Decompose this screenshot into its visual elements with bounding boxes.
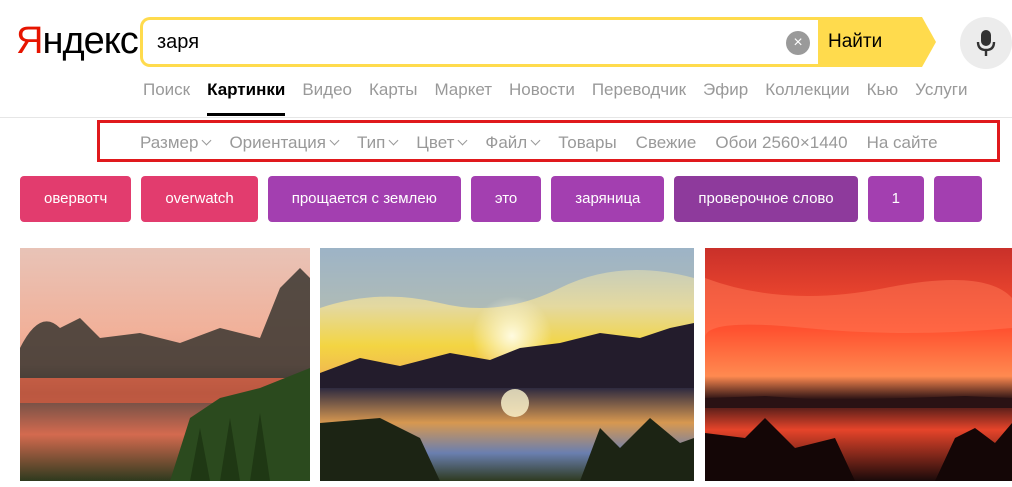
chevron-down-icon [530, 135, 541, 146]
header-divider [0, 117, 1012, 118]
filter-1[interactable]: Ориентация [229, 133, 340, 153]
filter-label: На сайте [866, 133, 938, 152]
search-box: × [140, 17, 821, 67]
search-input[interactable] [157, 28, 757, 56]
filter-label: Файл [485, 133, 528, 152]
logo-rest: ндекс [42, 20, 138, 62]
filter-6[interactable]: Свежие [636, 133, 697, 153]
chevron-down-icon [388, 135, 399, 146]
filter-label: Тип [356, 133, 386, 152]
service-tab-1[interactable]: Картинки [207, 79, 286, 116]
filter-label: Товары [558, 133, 617, 152]
services-nav: Поиск Картинки Видео Карты Маркет Новости Пере… [143, 79, 984, 116]
service-tab-0[interactable]: Поиск [143, 79, 190, 109]
service-tab-4[interactable]: Маркет [434, 79, 492, 109]
filter-label: Цвет [416, 133, 455, 152]
logo-first-letter: Я [16, 20, 43, 62]
service-tab-7[interactable]: Эфир [703, 79, 748, 109]
filter-5[interactable]: Товары [558, 133, 616, 153]
service-tab-5[interactable]: Новости [509, 79, 575, 109]
chevron-down-icon [201, 135, 212, 146]
service-tab-2[interactable]: Видео [302, 79, 352, 109]
filter-3[interactable]: Цвет [416, 133, 468, 153]
related-query-chip[interactable]: прощается с землею [267, 176, 461, 222]
service-tab-6[interactable]: Переводчик [592, 79, 686, 109]
chevron-down-icon [329, 135, 340, 146]
filter-8[interactable]: На сайте [867, 133, 938, 153]
service-tab-3[interactable]: Карты [369, 79, 417, 109]
filters-list: Размер Ориентация Тип Цвет Файл Товары Свежие О… [140, 133, 957, 153]
sunset-image-2[interactable] [320, 248, 694, 481]
filter-label: Ориентация [229, 133, 326, 152]
search-bar: × Найти [140, 17, 936, 67]
filter-0[interactable]: Размер [140, 133, 212, 153]
filter-4[interactable]: Файл [485, 133, 541, 153]
service-tab-8[interactable]: Коллекции [765, 79, 849, 109]
search-button-arrow [922, 17, 936, 67]
search-button[interactable]: Найти [818, 17, 922, 67]
chevron-down-icon [457, 135, 468, 146]
related-query-chip[interactable]: овервотч [20, 176, 132, 222]
filter-label: Размер [140, 133, 199, 152]
related-query-chip[interactable] [933, 176, 982, 222]
related-query-chip[interactable]: overwatch [141, 176, 258, 222]
related-queries: овервотч overwatch прощается с землею это за… [20, 176, 1012, 222]
related-query-chip[interactable]: заряница [551, 176, 665, 222]
service-tab-9[interactable]: Кью [867, 79, 899, 109]
related-query-chip[interactable]: это [470, 176, 542, 222]
sunset-image-3[interactable] [705, 248, 1012, 481]
microphone-icon[interactable] [960, 17, 1012, 69]
filter-label: Обои 2560×1440 [715, 133, 848, 152]
service-tab-10[interactable]: Услуги [915, 79, 967, 109]
related-query-chip[interactable]: проверочное слово [674, 176, 858, 222]
filter-7[interactable]: Обои 2560×1440 [715, 133, 847, 153]
filter-2[interactable]: Тип [356, 133, 399, 153]
sunset-image-1[interactable] [20, 248, 310, 481]
clear-icon[interactable]: × [786, 31, 810, 55]
yandex-logo[interactable]: Яндекс [16, 20, 139, 63]
related-query-chip[interactable]: 1 [867, 176, 924, 222]
filter-label: Свежие [635, 133, 697, 152]
filters-bar-highlight: Размер Ориентация Тип Цвет Файл Товары Свежие О… [97, 120, 1000, 162]
